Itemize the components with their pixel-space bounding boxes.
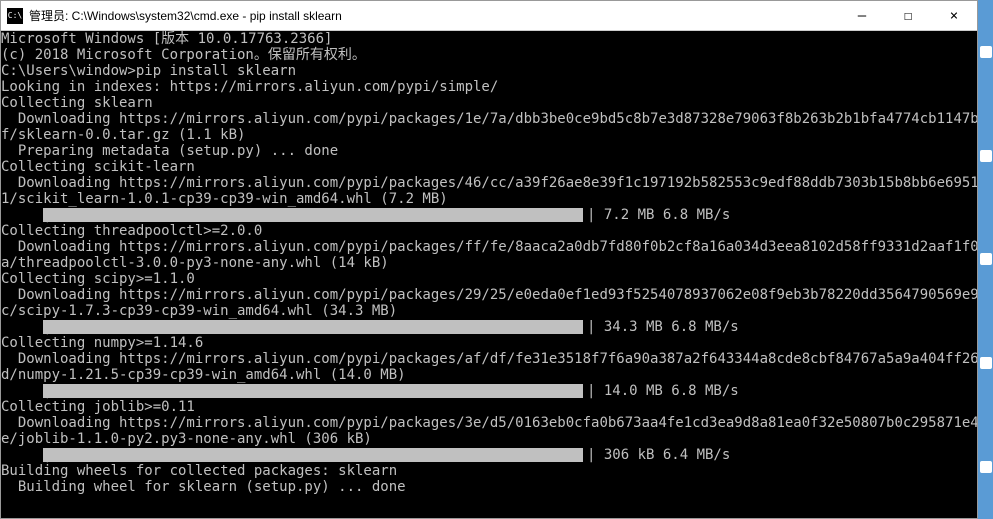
terminal-line: Collecting joblib>=0.11 [1,399,977,415]
terminal-line: f/sklearn-0.0.tar.gz (1.1 kB) [1,127,977,143]
terminal-line: Building wheels for collected packages: … [1,463,977,479]
close-button[interactable]: × [931,1,977,30]
progress-label: | 7.2 MB 6.8 MB/s [587,207,730,223]
terminal-line: Building wheel for sklearn (setup.py) ..… [1,479,977,495]
cmd-window: C:\ 管理员: C:\Windows\system32\cmd.exe - p… [0,0,978,519]
progress-bar-line: || 34.3 MB 6.8 MB/s [1,319,977,335]
cmd-icon: C:\ [7,8,23,24]
terminal-line: Collecting scikit-learn [1,159,977,175]
terminal-line: Downloading https://mirrors.aliyun.com/p… [1,239,977,255]
terminal-line: Downloading https://mirrors.aliyun.com/p… [1,287,977,303]
terminal-line: c/scipy-1.7.3-cp39-cp39-win_amd64.whl (3… [1,303,977,319]
minimize-button[interactable]: — [839,1,885,30]
terminal-line: Collecting sklearn [1,95,977,111]
terminal-line: Collecting numpy>=1.14.6 [1,335,977,351]
progress-fill [43,448,583,462]
terminal-line: C:\Users\window>pip install sklearn [1,63,977,79]
progress-label: | 14.0 MB 6.8 MB/s [587,383,739,399]
window-title: 管理员: C:\Windows\system32\cmd.exe - pip i… [29,7,839,24]
progress-fill [43,384,583,398]
terminal-output[interactable]: Microsoft Windows [版本 10.0.17763.2366](c… [1,31,977,518]
maximize-button[interactable]: ☐ [885,1,931,30]
terminal-line: e/joblib-1.1.0-py2.py3-none-any.whl (306… [1,431,977,447]
titlebar[interactable]: C:\ 管理员: C:\Windows\system32\cmd.exe - p… [1,1,977,31]
progress-fill [43,320,583,334]
terminal-line: a/threadpoolctl-3.0.0-py3-none-any.whl (… [1,255,977,271]
terminal-line: Looking in indexes: https://mirrors.aliy… [1,79,977,95]
progress-fill [43,208,583,222]
terminal-line: 1/scikit_learn-1.0.1-cp39-cp39-win_amd64… [1,191,977,207]
terminal-line: d/numpy-1.21.5-cp39-cp39-win_amd64.whl (… [1,367,977,383]
terminal-line: Preparing metadata (setup.py) ... done [1,143,977,159]
terminal-line: (c) 2018 Microsoft Corporation。保留所有权利。 [1,47,977,63]
terminal-line: Downloading https://mirrors.aliyun.com/p… [1,351,977,367]
progress-bar-line: || 306 kB 6.4 MB/s [1,447,977,463]
terminal-line: Downloading https://mirrors.aliyun.com/p… [1,415,977,431]
terminal-line: Downloading https://mirrors.aliyun.com/p… [1,175,977,191]
terminal-line: Downloading https://mirrors.aliyun.com/p… [1,111,977,127]
window-controls: — ☐ × [839,1,977,30]
terminal-line: Collecting threadpoolctl>=2.0.0 [1,223,977,239]
progress-bar-line: || 7.2 MB 6.8 MB/s [1,207,977,223]
terminal-line: Microsoft Windows [版本 10.0.17763.2366] [1,31,977,47]
progress-label: | 306 kB 6.4 MB/s [587,447,730,463]
progress-label: | 34.3 MB 6.8 MB/s [587,319,739,335]
terminal-line: Collecting scipy>=1.1.0 [1,271,977,287]
progress-bar-line: || 14.0 MB 6.8 MB/s [1,383,977,399]
